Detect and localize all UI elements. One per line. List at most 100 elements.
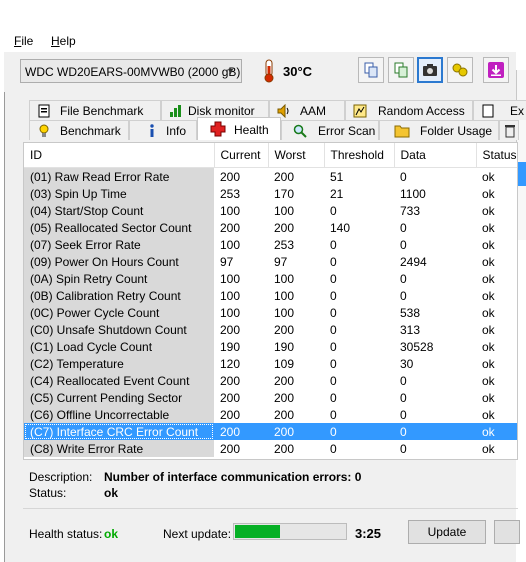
column-header-threshold[interactable]: Threshold [324,143,395,168]
table-row[interactable]: (C2) Temperature 120 109 0 30 ok [24,355,517,372]
cell-data: 0 [394,423,476,440]
lightbulb-icon [36,123,52,139]
tab-health[interactable]: Health [197,117,281,140]
cell-threshold: 0 [330,441,337,456]
tab-benchmark[interactable]: Benchmark [29,120,129,140]
cell-current: 120 [220,356,241,371]
smart-table-panel: ID Current Worst Threshold Data Status (… [23,142,518,460]
table-row[interactable]: (C4) Reallocated Event Count 200 200 0 0 ok [24,372,517,389]
cell-threshold: 0 [330,322,337,337]
cell-current: 200 [220,373,241,388]
tab-error-scan[interactable]: Error Scan [281,120,379,140]
menu-bar: File Help [4,30,516,52]
camera-icon [423,64,437,76]
table-row[interactable]: (07) Seek Error Rate 100 253 0 0 ok [24,236,517,253]
cell-id: (03) Spin Up Time [24,185,214,202]
cell-id: (C2) Temperature [24,355,214,372]
download-button[interactable] [483,57,509,83]
cell-data: 30 [400,356,414,371]
chart-icon [168,103,184,119]
table-row[interactable]: (C6) Offline Uncorrectable 200 200 0 0 ok [24,406,517,423]
secondary-button[interactable] [494,520,520,544]
table-row[interactable]: (C8) Write Error Rate 200 200 0 0 ok [24,440,517,457]
tab-label: Folder Usage [420,124,493,138]
table-row[interactable]: (0A) Spin Retry Count 100 100 0 0 ok [24,270,517,287]
cell-worst: 200 [274,169,295,184]
tab-extra[interactable]: Ex [473,100,526,120]
cell-threshold: 0 [330,356,337,371]
magnifier-icon [292,123,308,139]
column-header-id[interactable]: ID [24,143,215,168]
copy-button[interactable] [358,57,384,83]
cell-worst: 97 [274,254,288,269]
cell-status: ok [482,237,495,252]
cell-worst: 200 [268,423,324,440]
cell-worst: 109 [274,356,295,371]
tab-erase[interactable] [499,120,519,140]
cell-worst: 190 [274,339,295,354]
menu-help-rest: elp [59,34,76,48]
random-access-icon [352,103,368,119]
cell-data: 1100 [400,186,426,201]
screenshot-button[interactable] [417,57,443,83]
cell-id: (C1) Load Cycle Count [24,338,214,355]
column-header-data[interactable]: Data [394,143,477,168]
table-row[interactable]: (04) Start/Stop Count 100 100 0 733 ok [24,202,517,219]
tab-info[interactable]: Info [129,120,197,140]
cell-status: ok [482,441,495,456]
column-header-current[interactable]: Current [214,143,269,168]
table-row[interactable]: (03) Spin Up Time 253 170 21 1100 ok [24,185,517,202]
tab-random-access[interactable]: Random Access [345,100,473,120]
cell-current: 100 [220,305,241,320]
trash-icon [502,123,518,139]
table-row[interactable]: (C1) Load Cycle Count 190 190 0 30528 ok [24,338,517,355]
table-row[interactable]: (05) Reallocated Sector Count 200 200 140 0 o… [24,219,517,236]
info-icon [144,123,160,139]
table-row[interactable]: (0C) Power Cycle Count 100 100 0 538 ok [24,304,517,321]
table-row[interactable]: (01) Raw Read Error Rate 200 200 51 0 ok [24,167,517,185]
temperature-readout: 30°C [283,64,313,79]
cell-worst: 200 [274,322,295,337]
thermometer-icon [264,59,274,83]
tab-label: Ex [510,104,525,118]
tab-file-benchmark[interactable]: File Benchmark [29,100,161,120]
update-button[interactable]: Update [408,520,486,544]
table-row[interactable]: (C7) Interface CRC Error Count 200 200 0 0 ok [24,423,517,440]
cell-id: (05) Reallocated Sector Count [24,219,214,236]
cell-status: ok [482,390,495,405]
cell-current: 100 [220,203,241,218]
cell-worst: 100 [274,288,295,303]
cell-current: 253 [220,186,241,201]
cell-data: 0 [400,390,407,405]
drive-select[interactable]: WDC WD20EARS-00MVWB0 (2000 gB) ▼ [20,59,242,83]
cell-threshold: 0 [330,373,337,388]
table-row[interactable]: (0B) Calibration Retry Count 100 100 0 0 ok [24,287,517,304]
cell-status: ok [482,305,495,320]
compare-button[interactable] [447,57,473,83]
tab-folder-usage[interactable]: Folder Usage [379,120,499,140]
cell-status: ok [482,322,495,337]
table-row[interactable]: (C5) Current Pending Sector 200 200 0 0 ok [24,389,517,406]
toolbar: WDC WD20EARS-00MVWB0 (2000 gB) ▼ 30°C [4,52,516,92]
column-header-worst[interactable]: Worst [268,143,325,168]
cell-data: 538 [400,305,421,320]
download-icon [488,62,504,78]
tab-label: Benchmark [60,124,121,138]
cell-threshold: 0 [330,203,337,218]
menu-file[interactable]: File [14,34,33,48]
cell-worst: 200 [274,373,295,388]
cell-worst: 100 [274,305,295,320]
table-row[interactable]: (C0) Unsafe Shutdown Count 200 200 0 313 ok [24,321,517,338]
cell-id: (0B) Calibration Retry Count [24,287,214,304]
cell-data: 313 [400,322,421,337]
table-row[interactable]: (09) Power On Hours Count 97 97 0 2494 ok [24,253,517,270]
cell-data: 0 [400,441,407,456]
column-header-status[interactable]: Status [476,143,517,168]
cell-worst: 170 [274,186,295,201]
menu-help[interactable]: Help [51,34,76,48]
copy-text-button[interactable] [388,57,414,83]
smart-table: ID Current Worst Threshold Data Status (… [24,143,517,457]
cell-id: (0C) Power Cycle Count [24,304,214,321]
cell-status: ok [482,169,495,184]
tab-label: Disk monitor [188,104,255,118]
